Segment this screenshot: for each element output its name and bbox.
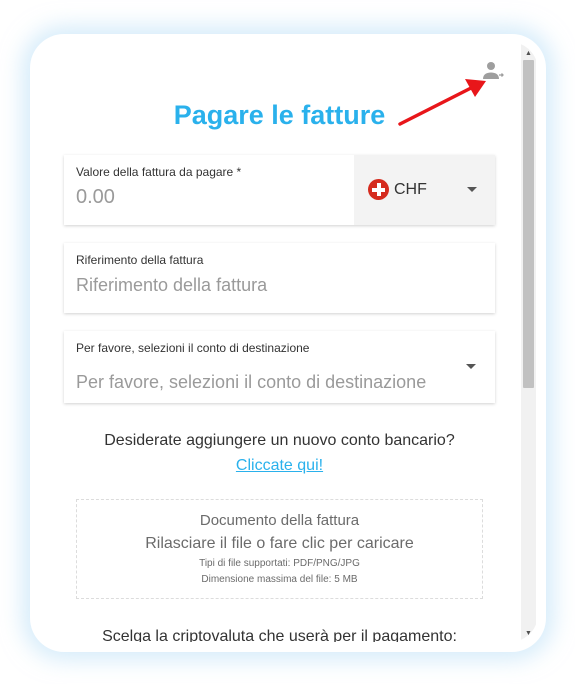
vertical-scrollbar[interactable]: ▲ ▼ xyxy=(521,42,536,642)
destination-account-label: Per favore, selezioni il conto di destin… xyxy=(76,341,310,355)
invoice-reference-label: Riferimento della fattura xyxy=(76,253,204,267)
invoice-reference-field[interactable]: Riferimento della fattura Riferimento de… xyxy=(64,243,495,313)
add-account-link[interactable]: Cliccate qui! xyxy=(38,457,521,475)
invoice-reference-input[interactable]: Riferimento della fattura xyxy=(76,275,267,296)
chevron-down-icon[interactable] xyxy=(467,187,477,192)
invoice-document-dropzone[interactable]: Documento della fattura Rilasciare il fi… xyxy=(76,499,483,599)
invoice-value-input[interactable]: 0.00 xyxy=(76,186,115,209)
crypto-prompt: Scelga la criptovaluta che userà per il … xyxy=(102,628,457,642)
invoice-value-field[interactable]: Valore della fattura da pagare * 0.00 CH… xyxy=(64,155,495,225)
invoice-value-label: Valore della fattura da pagare * xyxy=(76,165,242,179)
swiss-flag-icon xyxy=(368,179,389,200)
chevron-down-icon[interactable] xyxy=(466,364,476,369)
destination-account-select[interactable]: Per favore, selezioni il conto di destin… xyxy=(64,331,495,403)
page-background: Pagare le fatture Valore della fattura d… xyxy=(0,0,575,684)
scrollbar-thumb[interactable] xyxy=(523,60,534,388)
scroll-down-icon[interactable]: ▼ xyxy=(521,626,536,640)
new-account-question: Desiderate aggiungere un nuovo conto ban… xyxy=(104,432,455,449)
currency-code: CHF xyxy=(394,181,427,198)
invoice-payment-card: Pagare le fatture Valore della fattura d… xyxy=(38,42,538,642)
dropzone-max-size: Dimensione massima del file: 5 MB xyxy=(201,574,358,585)
destination-account-placeholder: Per favore, selezioni il conto di destin… xyxy=(76,372,427,392)
scroll-up-icon[interactable]: ▲ xyxy=(521,46,536,60)
dropzone-file-types: Tipi di file supportati: PDF/PNG/JPG xyxy=(199,558,360,569)
page-title: Pagare le fatture xyxy=(173,100,386,130)
dropzone-title: Documento della fattura xyxy=(199,512,360,529)
currency-select[interactable]: CHF xyxy=(354,155,495,225)
dropzone-instruction: Rilasciare il file o fare clic per caric… xyxy=(145,535,414,552)
